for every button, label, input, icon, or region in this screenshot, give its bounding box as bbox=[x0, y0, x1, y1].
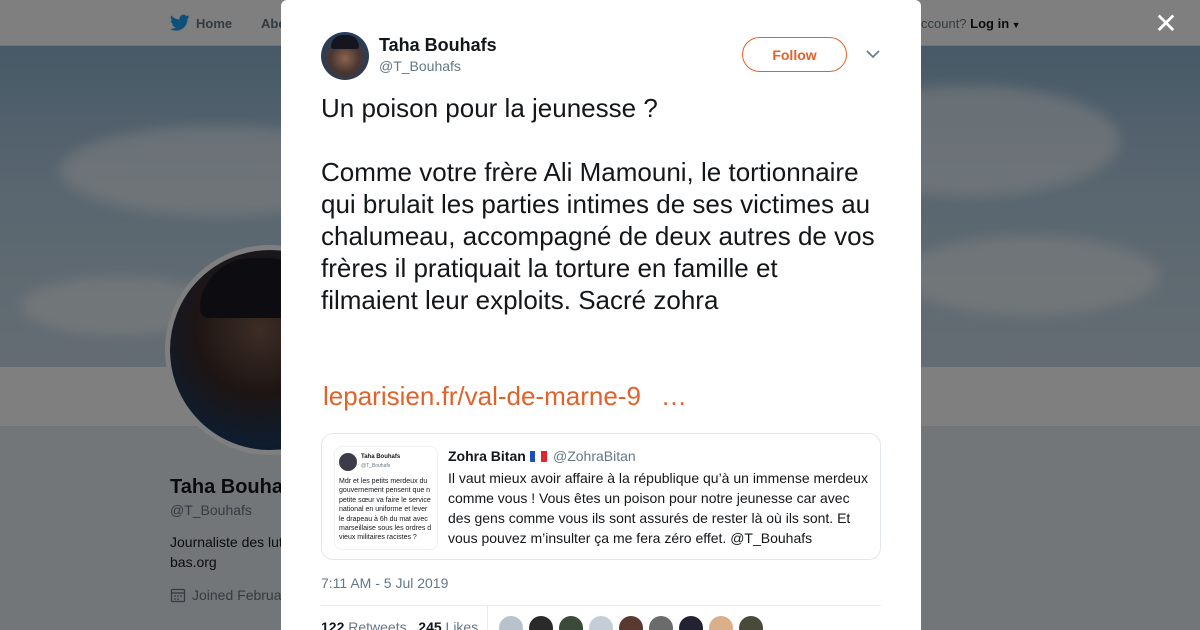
thumb-handle: @T_Bouhafs bbox=[361, 463, 391, 469]
author-handle[interactable]: @T_Bouhafs bbox=[379, 58, 461, 74]
author-name[interactable]: Taha Bouhafs bbox=[379, 35, 497, 56]
liker-avatar[interactable] bbox=[529, 616, 553, 630]
thumb-avatar bbox=[339, 453, 357, 471]
quoted-tweet-image[interactable]: Taha Bouhafs @T_Bouhafs Mdr et les petit… bbox=[334, 446, 438, 550]
liker-avatar[interactable] bbox=[589, 616, 613, 630]
likes-count: 245 bbox=[418, 619, 442, 630]
retweets-count: 122 bbox=[321, 619, 345, 630]
liker-avatar[interactable] bbox=[559, 616, 583, 630]
retweets-stat[interactable]: 122 Retweets bbox=[321, 619, 407, 630]
quoted-tweet[interactable]: Taha Bouhafs @T_Bouhafs Mdr et les petit… bbox=[321, 433, 881, 560]
liker-avatar[interactable] bbox=[499, 616, 523, 630]
tweet-timestamp[interactable]: 7:11 AM - 5 Jul 2019 bbox=[321, 575, 448, 591]
tweet-link-ellipsis[interactable]: … bbox=[661, 381, 687, 411]
liker-avatar[interactable] bbox=[679, 616, 703, 630]
liker-avatar[interactable] bbox=[709, 616, 733, 630]
liker-avatar[interactable] bbox=[619, 616, 643, 630]
quote-author-name: Zohra Bitan bbox=[448, 448, 547, 464]
thumb-text: Mdr et les petits merdeux du gouvernemen… bbox=[339, 478, 432, 542]
tweet-stats: 122 Retweets 245 Likes bbox=[321, 619, 478, 630]
quote-author-name-text: Zohra Bitan bbox=[448, 448, 526, 464]
tweet-modal: Taha Bouhafs @T_Bouhafs Follow Un poison… bbox=[281, 0, 921, 630]
tweet-text: Un poison pour la jeunesse ? Comme votre… bbox=[321, 93, 875, 315]
likes-label: Likes bbox=[445, 619, 479, 630]
quote-author-handle: @ZohraBitan bbox=[553, 448, 636, 464]
stats-vertical-divider bbox=[487, 606, 488, 630]
france-flag-icon bbox=[529, 450, 547, 462]
likes-stat[interactable]: 245 Likes bbox=[418, 619, 478, 630]
liker-avatar[interactable] bbox=[649, 616, 673, 630]
follow-button[interactable]: Follow bbox=[742, 37, 847, 72]
likers-avatars bbox=[499, 616, 763, 630]
retweets-label: Retweets bbox=[348, 619, 407, 630]
liker-avatar[interactable] bbox=[739, 616, 763, 630]
tweet-link-text[interactable]: leparisien.fr/val-de-marne-9 bbox=[323, 381, 641, 411]
author-avatar[interactable] bbox=[321, 32, 369, 80]
chevron-down-icon[interactable] bbox=[863, 44, 883, 64]
thumb-name: Taha Bouhafs bbox=[361, 454, 401, 460]
tweet-link[interactable]: leparisien.fr/val-de-marne-9 … bbox=[323, 381, 687, 412]
stats-divider bbox=[321, 605, 881, 606]
close-icon[interactable]: ✕ bbox=[1152, 10, 1180, 38]
quote-text: Il vaut mieux avoir affaire à la républi… bbox=[448, 470, 868, 546]
